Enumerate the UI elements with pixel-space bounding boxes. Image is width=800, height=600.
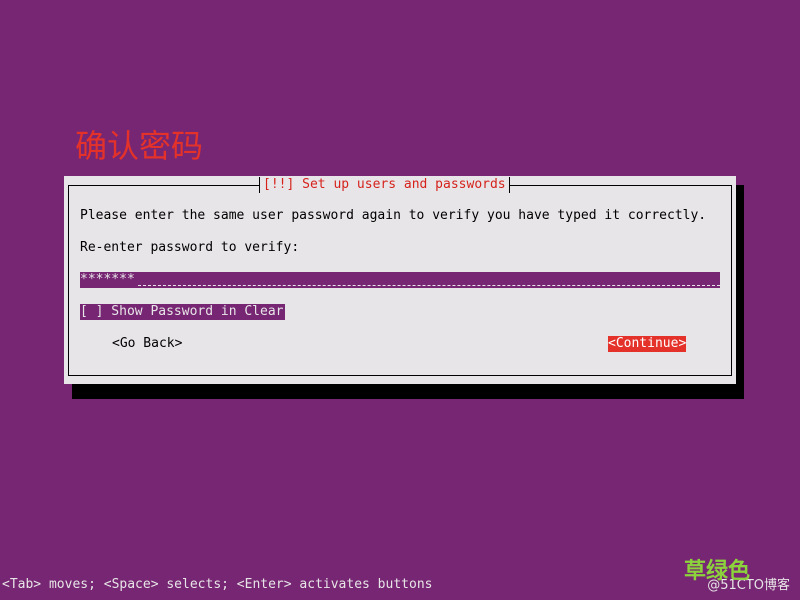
prompt-label: Re-enter password to verify: <box>80 240 300 255</box>
dialog-title: [!!] Set up users and passwords <box>259 176 510 194</box>
annotation-label: 确认密码 <box>75 127 204 165</box>
password-input[interactable]: ******* <box>80 272 720 288</box>
show-password-checkbox[interactable]: [ ] Show Password in Clear <box>80 304 285 320</box>
go-back-button[interactable]: <Go Back> <box>112 336 182 352</box>
password-field-fill <box>138 285 720 286</box>
password-value: ******* <box>80 272 135 287</box>
watermark-main: 草绿色 <box>683 559 750 584</box>
setup-dialog: [!!] Set up users and passwords Please e… <box>64 176 736 384</box>
keyboard-hint: <Tab> moves; <Space> selects; <Enter> ac… <box>2 577 433 592</box>
watermark: 草绿色 @51CTO博客 <box>684 560 790 594</box>
instruction-text: Please enter the same user password agai… <box>80 208 707 223</box>
continue-button[interactable]: <Continue> <box>608 336 687 352</box>
